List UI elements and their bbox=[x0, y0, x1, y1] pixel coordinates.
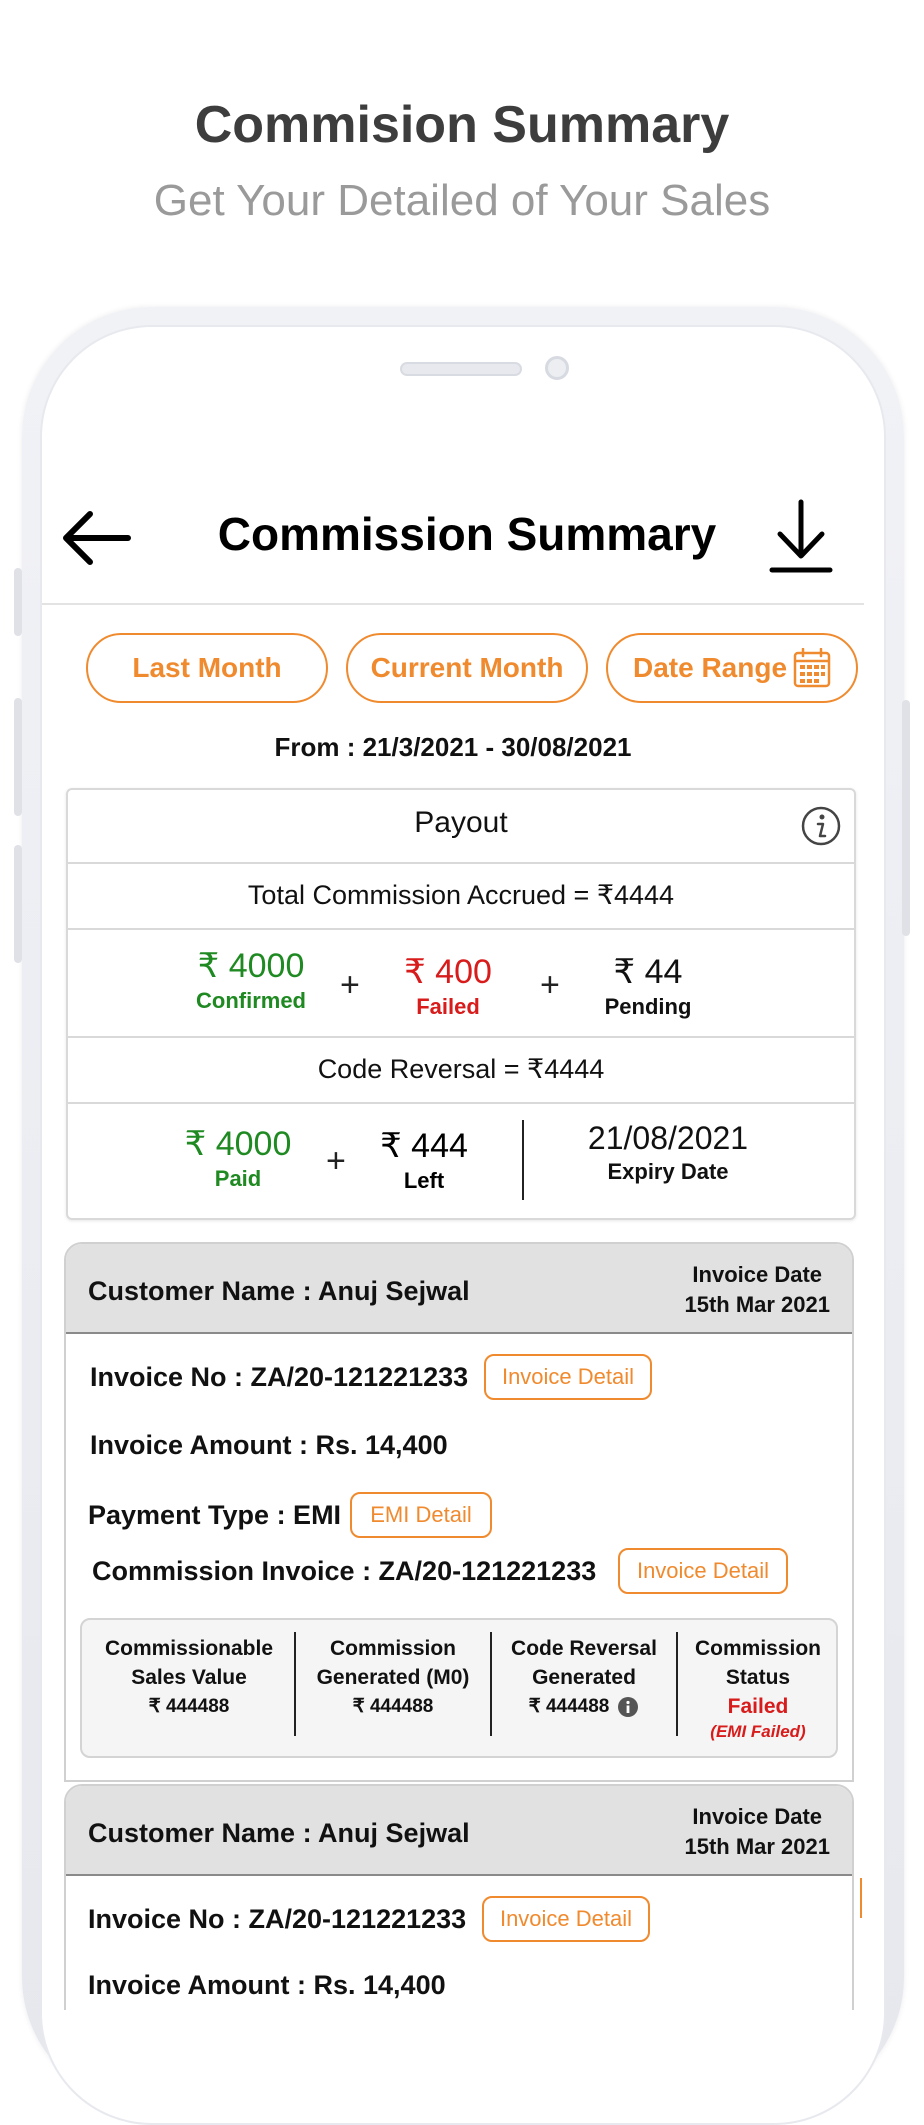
failed-value: ₹ 400 bbox=[404, 953, 492, 991]
invoice-detail-button[interactable]: Invoice Detail bbox=[484, 1354, 652, 1400]
stat-label: Status bbox=[725, 1666, 791, 1689]
commissionable-sales-value: Commissionable Sales Value ₹ 444488 bbox=[86, 1620, 292, 1756]
stat-value: ₹ 444488 bbox=[352, 1696, 434, 1717]
left-value: ₹ 444 bbox=[380, 1127, 468, 1165]
emi-detail-button[interactable]: EMI Detail bbox=[350, 1492, 492, 1538]
plus-sign: + bbox=[540, 966, 560, 1004]
code-reversal-text: Code Reversal = ₹4444 bbox=[317, 1054, 605, 1084]
pending-label: Pending bbox=[604, 994, 692, 1019]
scroll-indicator bbox=[860, 1878, 862, 1918]
stat-label: Commissionable bbox=[104, 1637, 274, 1660]
download-icon[interactable] bbox=[768, 498, 834, 574]
phone-side-button bbox=[14, 568, 22, 636]
left-label: Left bbox=[403, 1168, 445, 1193]
commission-invoice-detail-label: Invoice Detail bbox=[636, 1558, 770, 1583]
date-range-button[interactable]: Date Range bbox=[606, 633, 858, 703]
paid-label: Paid bbox=[214, 1166, 262, 1191]
invoice-detail-label: Invoice Detail bbox=[501, 1364, 635, 1389]
status-value: Failed bbox=[727, 1695, 789, 1718]
stat-label: Generated bbox=[532, 1666, 636, 1689]
customer-name: Customer Name : Anuj Sejwal bbox=[88, 1818, 470, 1848]
current-month-button[interactable]: Current Month bbox=[346, 633, 588, 703]
stat-label: Sales Value bbox=[131, 1666, 247, 1689]
expiry-date-label: Expiry Date bbox=[607, 1159, 729, 1184]
invoice-detail-label: Invoice Detail bbox=[499, 1906, 633, 1931]
invoice-date: Invoice Date 15th Mar 2021 bbox=[684, 1802, 830, 1862]
customer-name: Customer Name : Anuj Sejwal bbox=[88, 1276, 470, 1306]
invoice-date-label: Invoice Date bbox=[692, 1804, 823, 1829]
failed-label: Failed bbox=[416, 994, 480, 1019]
confirmed-amount: ₹ 4000 Confirmed bbox=[186, 946, 316, 1014]
stat-label: Commission bbox=[329, 1637, 457, 1660]
stat-label: Generated (M0) bbox=[316, 1666, 470, 1689]
page-title: Commission Summary bbox=[217, 508, 717, 560]
date-range-label: Date Range bbox=[632, 652, 788, 683]
app-screen: Commission Summary Last Month Current Mo… bbox=[42, 470, 864, 2010]
invoice-amount: Invoice Amount : Rs. 14,400 bbox=[88, 1970, 446, 2000]
code-reversal-row: Code Reversal = ₹4444 bbox=[68, 1038, 854, 1104]
payout-title: Payout bbox=[414, 806, 508, 839]
total-commission-text: Total Commission Accrued = ₹4444 bbox=[247, 880, 675, 910]
payout-header: Payout bbox=[68, 790, 854, 864]
current-month-label: Current Month bbox=[370, 652, 564, 683]
left-amount: ₹ 444 Left bbox=[364, 1126, 484, 1194]
total-commission-row: Total Commission Accrued = ₹4444 bbox=[68, 864, 854, 930]
pending-amount: ₹ 44 Pending bbox=[588, 952, 708, 1020]
payment-type: Payment Type : EMI bbox=[88, 1500, 342, 1530]
payout-card: Payout Total Commission Accrued = ₹4444 … bbox=[66, 788, 856, 1220]
commission-stats: Commissionable Sales Value ₹ 444488 Comm… bbox=[80, 1618, 838, 1758]
paid-amount: ₹ 4000 Paid bbox=[178, 1124, 298, 1192]
reversal-breakdown-row: ₹ 4000 Paid + ₹ 444 Left 21/08/2021 Expi… bbox=[68, 1104, 854, 1218]
last-month-label: Last Month bbox=[132, 652, 282, 683]
expiry-date: 21/08/2021 Expiry Date bbox=[558, 1120, 778, 1185]
commission-invoice: Commission Invoice : ZA/20-121221233 bbox=[92, 1556, 597, 1586]
plus-sign: + bbox=[340, 966, 360, 1004]
stat-value: ₹ 444488 bbox=[148, 1696, 230, 1717]
invoice-number: Invoice No : ZA/20-121221233 bbox=[88, 1904, 467, 1934]
phone-speaker bbox=[400, 362, 522, 376]
stat-label: Code Reversal bbox=[511, 1637, 657, 1660]
expiry-date-value: 21/08/2021 bbox=[587, 1120, 749, 1156]
invoice-card-header: Customer Name : Anuj Sejwal Invoice Date… bbox=[66, 1786, 852, 1876]
app-bar: Commission Summary bbox=[42, 470, 864, 605]
paid-value: ₹ 4000 bbox=[184, 1125, 292, 1163]
invoice-date-label: Invoice Date bbox=[692, 1262, 823, 1287]
invoice-number: Invoice No : ZA/20-121221233 bbox=[90, 1362, 469, 1392]
pending-value: ₹ 44 bbox=[613, 953, 683, 991]
invoice-card: Customer Name : Anuj Sejwal Invoice Date… bbox=[64, 1784, 854, 2010]
phone-side-button bbox=[14, 698, 22, 816]
stat-label: Commission bbox=[694, 1637, 822, 1660]
commission-breakdown-row: ₹ 4000 Confirmed + ₹ 400 Failed + ₹ 44 P… bbox=[68, 930, 854, 1038]
commission-generated: Commission Generated (M0) ₹ 444488 bbox=[296, 1620, 490, 1756]
invoice-amount: Invoice Amount : Rs. 14,400 bbox=[90, 1430, 448, 1460]
phone-camera bbox=[545, 356, 569, 380]
confirmed-label: Confirmed bbox=[196, 988, 306, 1013]
status-note: (EMI Failed) bbox=[710, 1722, 806, 1741]
confirmed-value: ₹ 4000 bbox=[197, 947, 305, 985]
invoice-date-value: 15th Mar 2021 bbox=[684, 1834, 830, 1859]
stat-value-row: ₹ 444488 bbox=[492, 1692, 676, 1721]
promo-title: Commision Summary bbox=[194, 96, 730, 154]
invoice-detail-button[interactable]: Invoice Detail bbox=[482, 1896, 650, 1942]
invoice-card-header: Customer Name : Anuj Sejwal Invoice Date… bbox=[66, 1244, 852, 1334]
commission-invoice-detail-button[interactable]: Invoice Detail bbox=[618, 1548, 788, 1594]
date-range-text: From : 21/3/2021 - 30/08/2021 bbox=[274, 732, 632, 762]
invoice-date-value: 15th Mar 2021 bbox=[684, 1292, 830, 1317]
failed-amount: ₹ 400 Failed bbox=[388, 952, 508, 1020]
invoice-card: Customer Name : Anuj Sejwal Invoice Date… bbox=[64, 1242, 854, 1782]
invoice-date: Invoice Date 15th Mar 2021 bbox=[684, 1260, 830, 1320]
stat-value: ₹ 444488 bbox=[528, 1696, 610, 1717]
commission-status: Commission Status Failed (EMI Failed) bbox=[678, 1620, 838, 1756]
promo-subtitle: Get Your Detailed of Your Sales bbox=[153, 176, 771, 225]
code-reversal-generated: Code Reversal Generated ₹ 444488 bbox=[492, 1620, 676, 1756]
last-month-button[interactable]: Last Month bbox=[86, 633, 328, 703]
plus-sign: + bbox=[326, 1142, 346, 1180]
phone-side-button bbox=[14, 845, 22, 963]
emi-detail-label: EMI Detail bbox=[370, 1502, 472, 1527]
info-icon[interactable] bbox=[617, 1696, 639, 1718]
info-icon[interactable] bbox=[801, 806, 841, 846]
calendar-icon bbox=[793, 648, 831, 688]
divider bbox=[522, 1120, 524, 1200]
phone-power-button bbox=[902, 700, 910, 936]
